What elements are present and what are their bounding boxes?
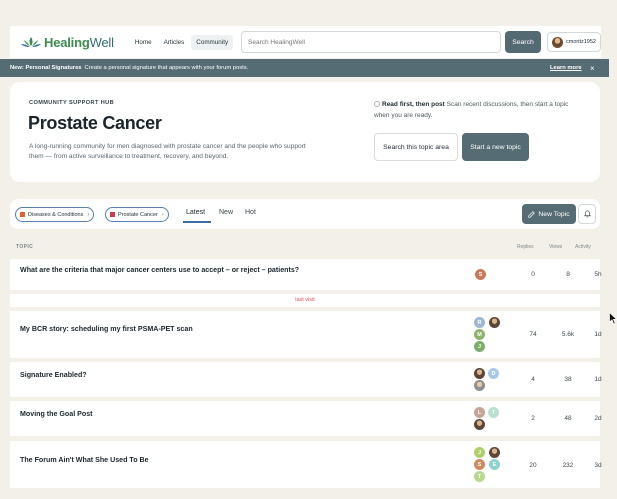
view-count: 38 <box>564 376 572 383</box>
user-menu[interactable]: cmoritz1952 <box>547 32 601 52</box>
reply-count: 74 <box>529 331 537 338</box>
table-row[interactable]: My BCR story: scheduling my first PSMA-P… <box>10 311 602 358</box>
avatar <box>552 36 563 48</box>
column-header-replies[interactable]: Replies <box>517 244 534 250</box>
search-button[interactable]: Search <box>505 31 541 53</box>
activity-time[interactable]: 3d <box>586 462 610 469</box>
hero-description: A long-running community for men diagnos… <box>29 143 306 160</box>
chevron-right-icon: › <box>161 211 164 218</box>
avatar[interactable]: R <box>474 317 485 328</box>
info-icon <box>374 101 380 108</box>
reply-count: 2 <box>531 415 535 422</box>
column-header-topic: TOPIC <box>16 244 34 250</box>
avatar[interactable]: D <box>488 368 499 379</box>
topic-title-link[interactable]: What are the criteria that major cancer … <box>20 266 299 274</box>
tab-hot[interactable]: Hot <box>245 209 256 216</box>
learn-more-link[interactable]: Learn more <box>550 65 582 71</box>
subcategory-dropdown[interactable]: Prostate Cancer › <box>105 207 169 222</box>
category-color-icon <box>20 212 25 217</box>
nav-articles[interactable]: Articles <box>159 35 190 50</box>
last-visit-divider: last visit <box>10 294 600 307</box>
table-row[interactable]: Moving the Goal Post L T 2 48 2d <box>10 401 602 436</box>
avatar[interactable]: T <box>488 407 499 418</box>
search-topic-area-button[interactable]: Search this topic area <box>374 133 458 161</box>
reply-count: 4 <box>531 376 535 383</box>
search-input[interactable] <box>241 31 501 53</box>
notifications-button[interactable] <box>578 204 596 224</box>
category-hero: COMMUNITY SUPPORT HUB Prostate Cancer A … <box>10 82 600 182</box>
table-row[interactable]: What are the criteria that major cancer … <box>10 259 602 290</box>
activity-time[interactable]: 1d <box>586 376 610 383</box>
category-dropdown[interactable]: Diseases & Conditions › <box>15 207 95 222</box>
avatar[interactable] <box>489 447 500 458</box>
nav-community[interactable]: Community <box>191 34 234 50</box>
avatar[interactable]: M <box>474 329 485 340</box>
logo[interactable]: HealingWell <box>20 35 114 50</box>
reply-count: 0 <box>531 271 535 278</box>
activity-time[interactable]: 1d <box>586 331 610 338</box>
view-count: 8 <box>566 271 570 278</box>
avatar[interactable] <box>474 368 485 379</box>
hero-eyebrow: COMMUNITY SUPPORT HUB <box>29 100 115 106</box>
chevron-right-icon: › <box>87 211 90 218</box>
lotus-logo-icon <box>21 37 41 47</box>
page-title: Prostate Cancer <box>28 113 162 133</box>
avatar[interactable]: E <box>489 459 500 470</box>
start-new-topic-button[interactable]: Start a new topic <box>462 133 529 161</box>
avatar[interactable]: S <box>474 459 485 470</box>
category-color-icon <box>110 212 115 217</box>
reply-count: 20 <box>529 462 537 469</box>
column-header-activity[interactable]: Activity <box>575 244 591 250</box>
new-topic-button[interactable]: New Topic <box>522 204 576 224</box>
mouse-cursor-icon <box>609 312 617 325</box>
activity-time[interactable]: 2d <box>586 415 610 422</box>
avatar[interactable]: J <box>474 341 485 352</box>
close-icon[interactable]: × <box>590 64 595 73</box>
nav-home[interactable]: Home <box>130 35 157 50</box>
table-row[interactable]: The Forum Ain't What She Used To Be J S … <box>10 441 602 488</box>
bell-icon <box>583 210 591 218</box>
topic-title-link[interactable]: My BCR story: scheduling my first PSMA-P… <box>20 325 193 333</box>
activity-time[interactable]: 5h <box>586 271 610 278</box>
hero-tip: Read first, then post Scan recent discus… <box>374 101 569 119</box>
active-tab-indicator <box>183 221 211 223</box>
topic-title-link[interactable]: The Forum Ain't What She Used To Be <box>20 456 149 464</box>
tab-new[interactable]: New <box>219 209 233 216</box>
avatar[interactable] <box>474 419 485 430</box>
view-count: 232 <box>562 462 574 469</box>
view-count: 48 <box>564 415 572 422</box>
edit-icon <box>528 210 536 218</box>
avatar[interactable]: S <box>475 269 486 280</box>
column-header-views[interactable]: Views <box>549 244 562 250</box>
site-header: HealingWell Home Articles Community Sear… <box>10 26 601 58</box>
main-nav: Home Articles Community <box>130 34 234 50</box>
avatar[interactable] <box>474 380 485 391</box>
banner-text: Create a personal signature that appears… <box>84 65 249 71</box>
table-row[interactable]: Signature Enabled? D 4 38 1d <box>10 362 602 397</box>
view-count: 5.6k <box>561 331 575 338</box>
tab-latest[interactable]: Latest <box>186 209 205 216</box>
logo-text: HealingWell <box>44 34 114 50</box>
banner-title: New: Personal Signatures <box>10 65 82 71</box>
avatar[interactable]: L <box>474 407 485 418</box>
avatar[interactable]: J <box>474 447 485 458</box>
topic-title-link[interactable]: Moving the Goal Post <box>20 410 93 418</box>
topic-title-link[interactable]: Signature Enabled? <box>20 371 87 379</box>
avatar[interactable]: T <box>474 471 485 482</box>
announcement-banner: New: Personal Signatures Create a person… <box>0 59 609 77</box>
username: cmoritz1952 <box>566 39 596 45</box>
avatar[interactable] <box>489 317 500 328</box>
filter-bar: Diseases & Conditions › Prostate Cancer … <box>10 199 600 229</box>
